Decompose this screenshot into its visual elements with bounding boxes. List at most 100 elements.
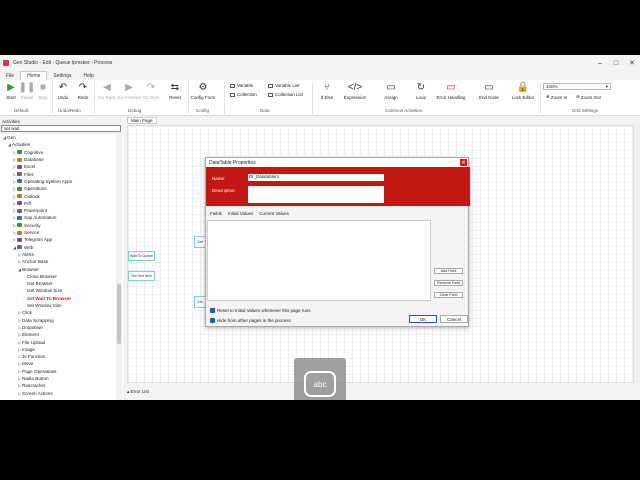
tree-item[interactable]: ▷ Cognitive [0,149,43,156]
canvas-node[interactable]: Set Text Item [128,271,155,281]
tree-item[interactable]: ▷ Js Function [0,353,46,360]
ok-button[interactable]: OK [409,315,437,323]
tree-item[interactable]: Set Window Size [0,302,62,309]
ribbon-button-label: Stop [38,95,48,100]
description-input[interactable] [248,186,384,203]
tree-item[interactable]: ▷ Database [0,156,44,163]
tree-item[interactable]: ▷ Image [0,346,35,353]
tree-item[interactable]: ▷ File Upload [0,338,45,345]
config-form-button[interactable]: ⚙ Config Form [191,82,216,100]
tab-help[interactable]: Help [77,71,99,80]
tree-item[interactable]: ▷ Alerts [0,251,34,258]
tree-item[interactable]: ▷ Files [0,171,34,178]
tab-settings[interactable]: Settings [47,71,77,80]
reset-button[interactable]: ⇆ Reset [164,82,186,100]
tab-file[interactable]: File [0,71,20,80]
dialog-header-panel: Name: Dt_Datatablem Description: [206,167,470,206]
ribbon-button-label: If Else [320,95,334,100]
assign-button[interactable]: ▭ Assign [380,82,402,100]
tree-item-label: Operating System Apps [24,178,73,184]
category-icon [17,215,22,220]
cancel-button[interactable]: Cancel [440,315,468,323]
add-field-button[interactable]: Add Field [434,268,463,274]
tree-item[interactable]: ▷ Click [0,309,32,316]
redo-button[interactable]: ↷ Redo [72,82,94,100]
tree-item[interactable]: Set Wait To Browser [0,295,71,302]
hide-from-pages-checkbox[interactable]: Hide from other pages in the process [210,318,291,323]
error-handling-button[interactable]: ▭ Error Handling [437,82,466,100]
dialog-close-button[interactable]: ✕ [460,159,467,166]
tree-item[interactable]: ▷ Move [0,360,33,367]
tree-item[interactable]: ▷ Radio Button [0,375,49,382]
tree-item[interactable]: ▷ Operations [0,185,47,192]
tree-item[interactable]: Close Browser [0,273,57,280]
tree-scrollbar[interactable] [116,134,122,400]
tree-item[interactable]: ▷ Pdf [0,200,31,207]
tree-item[interactable]: ▷ Operating System Apps [0,178,72,185]
canvas-scrollbar[interactable] [634,125,640,383]
tree-item[interactable]: ▷ Data Scrapping [0,317,54,324]
tree-item[interactable]: ◢ Gen [0,134,16,141]
go-forward-button[interactable]: ▶ Go Forward [117,82,141,100]
go-back-button[interactable]: ◀ Go Back [96,82,118,100]
tree-item[interactable]: ▷ Dropdown [0,324,43,331]
stop-button[interactable]: ■ Stop [32,82,54,100]
minimize-button[interactable]: – [592,55,608,71]
group-label-data: Data [260,108,270,113]
tab-initial-values[interactable]: Initial Values [225,211,256,216]
collection-list-button[interactable]: Collection List [268,92,303,97]
remove-field-button[interactable]: Remove Field [434,280,463,286]
zoom-select[interactable]: 100% ▾ [543,83,611,90]
zoom-in-button[interactable]: ⊕ Zoom In [546,94,567,100]
end-node-button[interactable]: ▭ End Node [478,82,500,100]
canvas-node[interactable]: Wait To Queue [128,251,155,261]
name-input[interactable]: Dt_Datatablem [248,174,384,181]
tree-item-label: Pdf [24,200,31,206]
tree-item[interactable]: ▷ Telegram App [0,236,52,243]
lock-editor-button[interactable]: 🔒 Lock Editor [512,82,535,100]
tree-item[interactable]: ▷ Page Operations [0,368,57,375]
tree-item[interactable]: ▷ Outlook [0,192,40,199]
tree-item[interactable]: ◢ Activities [0,141,30,148]
expression-button[interactable]: </> Expression [344,82,366,100]
tree-item-label: Database [24,157,44,163]
fields-list[interactable] [207,220,431,301]
tree-item[interactable]: ▷ Anchor Base [0,258,48,265]
tree-item[interactable]: ▷ Security [0,222,41,229]
tree-item-label: Get Browser [27,281,53,287]
zoom-out-button[interactable]: ⊖ Zoom Out [576,94,601,100]
tree-item[interactable]: ▷ Powerpoint [0,207,47,214]
tree-item[interactable]: ▷ Sap Automation [0,214,56,221]
undo-button[interactable]: ↶ Undo [52,82,74,100]
tree-item[interactable]: ▷ Rescracher [0,382,46,389]
variable-list-button[interactable]: Variable List [268,83,299,88]
loop-button[interactable]: ↻ Loop [410,82,432,100]
tab-current-values[interactable]: Current Values [256,211,292,216]
tree-item[interactable]: ▷ Excel [0,163,35,170]
error-list-tab[interactable]: ▴ Error List [127,389,149,395]
tree-item-label: Telegram App [24,237,53,243]
tab-home[interactable]: Home [20,71,48,80]
ribbon-button-label: Undo [57,95,69,100]
tab-main-page[interactable]: Main Page [127,117,157,124]
collection-button[interactable]: Collection [230,92,257,97]
if-else-button[interactable]: ⑂ If Else [316,82,338,100]
tree-item[interactable]: ▷ Element [0,331,39,338]
close-window-button[interactable]: ✕ [624,55,640,71]
activities-search-input[interactable]: set wait [1,125,121,132]
maximize-button[interactable]: □ [608,55,624,71]
ribbon-button-label: Reset [169,95,181,100]
reset-initial-values-checkbox[interactable]: Reset to Initial Values whenever this pa… [210,308,310,313]
variable-button[interactable]: Variable [230,83,253,88]
tree-item-label: Data Scrapping [22,317,54,323]
clear-field-button[interactable]: Clear Field [434,292,463,298]
tree-item[interactable]: ▷ Service [0,229,39,236]
tree-item[interactable]: ◢ Browser [0,265,39,272]
tab-fields[interactable]: Fields [207,211,225,216]
tree-item[interactable]: Get Browser [0,280,53,287]
tree-scrollbar-thumb[interactable] [117,284,121,344]
go-over-button[interactable]: ↷ Go Over [140,82,162,100]
tree-item[interactable]: Get Window Size [0,287,62,294]
tree-item[interactable]: ◢ Web [0,244,33,251]
tree-item[interactable]: ▷ Screen Actions [0,390,53,397]
